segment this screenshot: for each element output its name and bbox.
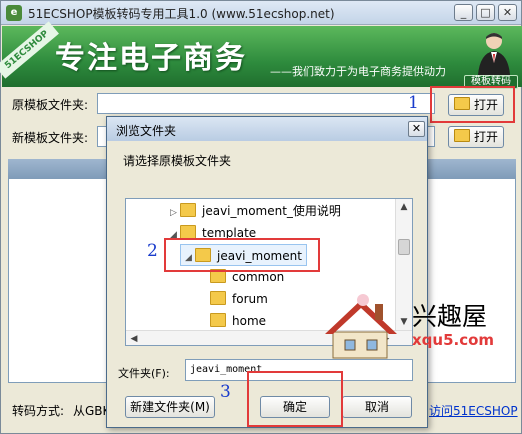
highlight-box-1 — [430, 86, 515, 123]
tree-item-label: home — [232, 314, 267, 328]
browse-folder-dialog: 浏览文件夹 ✕ 请选择原模板文件夹 ▷ jeavi_moment_使用说明 ◢ te… — [106, 116, 428, 428]
source-folder-label: 原模板文件夹: — [12, 98, 89, 112]
new-folder-button[interactable]: 新建文件夹(M) — [125, 396, 215, 418]
banner-tag: 51ECSHOP — [0, 21, 59, 79]
visit-site-link[interactable]: 访问51ECSHOP — [429, 402, 518, 419]
step-marker-2: 2 — [147, 241, 158, 261]
encoding-label: 转码方式: — [12, 404, 65, 418]
house-logo-icon — [325, 294, 397, 359]
watermark-name: 兴趣屋 — [412, 302, 488, 331]
maximize-button[interactable]: □ — [476, 4, 495, 21]
folder-icon — [453, 129, 470, 142]
cancel-button[interactable]: 取消 — [342, 396, 412, 418]
dialog-instruction: 请选择原模板文件夹 — [123, 154, 232, 168]
app-icon: e — [6, 5, 22, 21]
expand-icon[interactable]: ▷ — [170, 202, 180, 224]
tree-item-label: jeavi_moment_使用说明 — [202, 204, 341, 218]
window-title: 51ECSHOP模板转码专用工具1.0 (www.51ecshop.net) — [28, 7, 335, 21]
folder-icon — [180, 203, 196, 217]
folder-icon — [210, 313, 226, 327]
tree-item[interactable]: forum — [200, 288, 268, 310]
title-bar[interactable]: e 51ECSHOP模板转码专用工具1.0 (www.51ecshop.net)… — [1, 1, 521, 25]
highlight-box-3 — [247, 371, 343, 427]
highlight-box-2 — [164, 238, 320, 272]
minimize-button[interactable]: _ — [454, 4, 473, 21]
encoding-value[interactable]: 从GBK — [73, 402, 110, 419]
new-folder-label: 新模板文件夹: — [12, 131, 89, 145]
banner-slogan: 专注电子商务 — [55, 41, 247, 76]
folder-icon — [180, 225, 196, 239]
dialog-close-button[interactable]: ✕ — [408, 121, 425, 137]
dialog-title: 浏览文件夹 — [116, 124, 177, 138]
source-folder-input[interactable] — [97, 93, 435, 114]
watermark-site: xqu5.com — [412, 331, 495, 349]
new-open-button[interactable]: 打开 — [448, 126, 504, 148]
banner: 51ECSHOP 专注电子商务 ——我们致力于为电子商务提供动力 模板转码 — [0, 21, 522, 89]
close-button[interactable]: ✕ — [498, 4, 517, 21]
scroll-up-icon[interactable]: ▲ — [396, 199, 412, 215]
open-button-label: 打开 — [473, 130, 498, 144]
scroll-thumb[interactable] — [398, 239, 410, 255]
folder-label: 文件夹(F): — [118, 367, 170, 380]
step-marker-3: 3 — [220, 382, 231, 402]
banner-motto: ——我们致力于为电子商务提供动力 — [270, 65, 446, 78]
step-marker-1: 1 — [408, 93, 419, 113]
tree-item[interactable]: home — [200, 310, 266, 332]
folder-icon — [210, 291, 226, 305]
tree-item[interactable]: ▷ jeavi_moment_使用说明 — [170, 200, 341, 222]
tree-item-label: forum — [232, 292, 268, 306]
dialog-title-bar[interactable]: 浏览文件夹 ✕ — [107, 117, 427, 141]
person-icon — [478, 33, 510, 75]
tree-item-label: common — [232, 270, 285, 284]
scroll-left-icon[interactable]: ◀ — [126, 331, 142, 345]
